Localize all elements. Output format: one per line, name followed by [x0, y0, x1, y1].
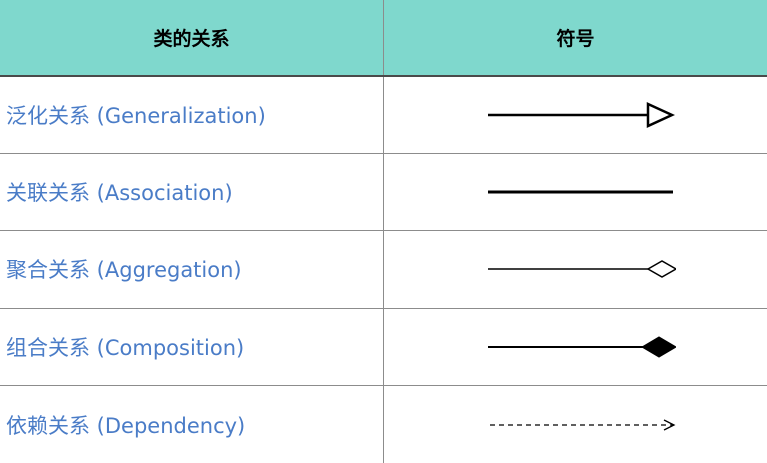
- relation-label-generalization: 泛化关系 (Generalization): [0, 75, 384, 154]
- symbol-cell-dependency: [383, 385, 767, 463]
- table-row: 关联关系 (Association): [0, 152, 767, 232]
- line-hollow-triangle-arrow-icon: [487, 101, 675, 128]
- symbol-cell-association: [383, 152, 767, 232]
- relation-column-header: 类的关系: [0, 0, 384, 77]
- table-row: 组合关系 (Composition): [0, 307, 767, 387]
- relation-label-association: 关联关系 (Association): [0, 152, 384, 232]
- uml-class-relations-table: 类的关系 符号 泛化关系 (Generalization) 关联关系 (Asso…: [0, 0, 767, 463]
- symbol-cell-aggregation: [383, 230, 767, 309]
- table-row: 泛化关系 (Generalization): [0, 75, 767, 154]
- line-hollow-diamond-icon: [487, 260, 676, 279]
- table-row: 依赖关系 (Dependency): [0, 385, 767, 463]
- header-row: 类的关系 符号: [0, 0, 767, 77]
- table-row: 聚合关系 (Aggregation): [0, 230, 767, 309]
- line-filled-diamond-icon: [487, 336, 676, 358]
- table-body: 泛化关系 (Generalization) 关联关系 (Association)…: [0, 75, 767, 463]
- symbol-cell-generalization: [383, 75, 767, 154]
- symbol-cell-composition: [383, 307, 767, 387]
- table-header: 类的关系 符号: [0, 0, 767, 77]
- relation-label-aggregation: 聚合关系 (Aggregation): [0, 230, 384, 309]
- dashed-line-open-arrow-icon: [489, 418, 675, 431]
- relation-label-composition: 组合关系 (Composition): [0, 307, 384, 387]
- solid-line-icon: [487, 190, 673, 194]
- symbol-column-header: 符号: [383, 0, 767, 77]
- relation-label-dependency: 依赖关系 (Dependency): [0, 385, 384, 463]
